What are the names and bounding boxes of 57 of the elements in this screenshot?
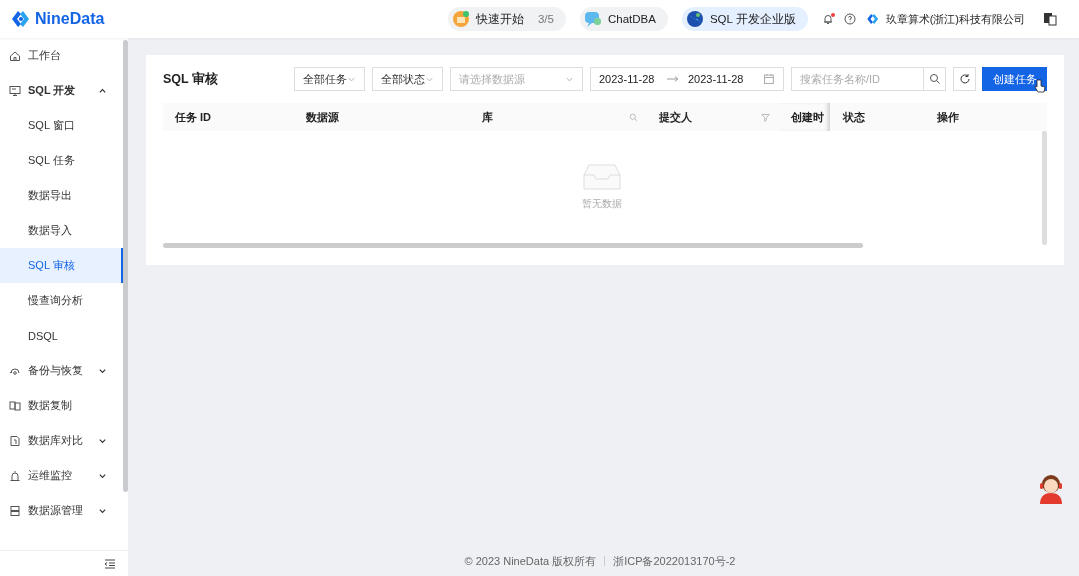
column-header: 任务 ID <box>175 109 213 125</box>
sidebar-subitem[interactable]: SQL 窗口 <box>0 108 123 143</box>
copyright-text: © 2023 NineData 版权所有 <box>464 553 597 569</box>
arrow-right-icon <box>666 75 680 83</box>
sidebar-item[interactable]: 备份与恢复 <box>0 353 123 388</box>
translate-button[interactable] <box>1043 12 1057 26</box>
gift-icon <box>451 10 470 28</box>
sidebar-item[interactable]: SQL 开发 <box>0 73 123 108</box>
refresh-button[interactable] <box>953 67 976 91</box>
column-header: 数据源 <box>306 109 340 125</box>
chatdba-button[interactable]: ChatDBA <box>579 7 668 31</box>
sidebar-subitem[interactable]: 慢查询分析 <box>0 283 123 318</box>
column-header: 提交人 <box>659 109 693 125</box>
create-task-button[interactable]: 创建任务 <box>982 67 1047 91</box>
logo-icon <box>10 9 32 29</box>
server-icon <box>9 504 21 517</box>
task-type-select[interactable]: 全部任务 <box>294 67 365 91</box>
organization-switcher[interactable]: 玖章算术(浙江)科技有限公司 <box>865 11 1025 27</box>
calendar-icon <box>763 73 775 85</box>
search-icon <box>928 73 941 85</box>
column-header: 状态 <box>843 109 866 125</box>
sidebar-subitem[interactable]: DSQL <box>0 318 123 353</box>
date-range-picker[interactable]: 2023-11-28 2023-11-28 <box>590 67 784 91</box>
monitor-icon <box>9 84 21 97</box>
collapse-menu-icon[interactable] <box>104 558 116 569</box>
help-button[interactable] <box>843 13 856 25</box>
page-title: SQL 审核 <box>163 70 219 88</box>
empty-inbox-icon <box>583 163 621 191</box>
search-button[interactable] <box>923 67 946 91</box>
copy-icon <box>9 399 21 412</box>
sidebar-item[interactable]: 工作台 <box>0 38 123 73</box>
icp-link[interactable]: 浙ICP备2022013170号-2 <box>613 553 736 569</box>
support-avatar-icon[interactable] <box>1037 472 1065 504</box>
quick-start-button[interactable]: 快速开始 3/5 <box>447 7 566 31</box>
sidebar-item[interactable]: 数据库对比 <box>0 423 123 458</box>
sidebar-subitem[interactable]: 数据导入 <box>0 213 123 248</box>
sidebar-item[interactable]: 数据复制 <box>0 388 123 423</box>
status-select[interactable]: 全部状态 <box>372 67 443 91</box>
logo-icon <box>865 12 880 26</box>
refresh-icon <box>958 73 971 85</box>
empty-text: 暂无数据 <box>582 197 622 211</box>
column-header: 库 <box>482 109 494 125</box>
sidebar-item[interactable]: 运维监控 <box>0 458 123 493</box>
sidebar-subitem[interactable]: 数据导出 <box>0 178 123 213</box>
sidebar-item[interactable]: 数据源管理 <box>0 493 123 528</box>
chat-bubble-icon <box>583 10 602 28</box>
notification-button[interactable] <box>821 13 834 25</box>
document-icon <box>9 434 21 447</box>
column-header: 操作 <box>937 109 960 125</box>
globe-icon <box>685 10 704 28</box>
sidebar-subitem[interactable]: SQL 任务 <box>0 143 123 178</box>
home-icon <box>9 49 21 62</box>
search-field[interactable]: 搜索任务名称/ID <box>791 67 923 91</box>
sidebar-subitem[interactable]: SQL 审核 <box>0 248 123 283</box>
column-header: 创建时 <box>791 109 825 125</box>
logo-text: NineData <box>35 10 105 28</box>
edition-button[interactable]: SQL 开发企业版 <box>681 7 808 31</box>
